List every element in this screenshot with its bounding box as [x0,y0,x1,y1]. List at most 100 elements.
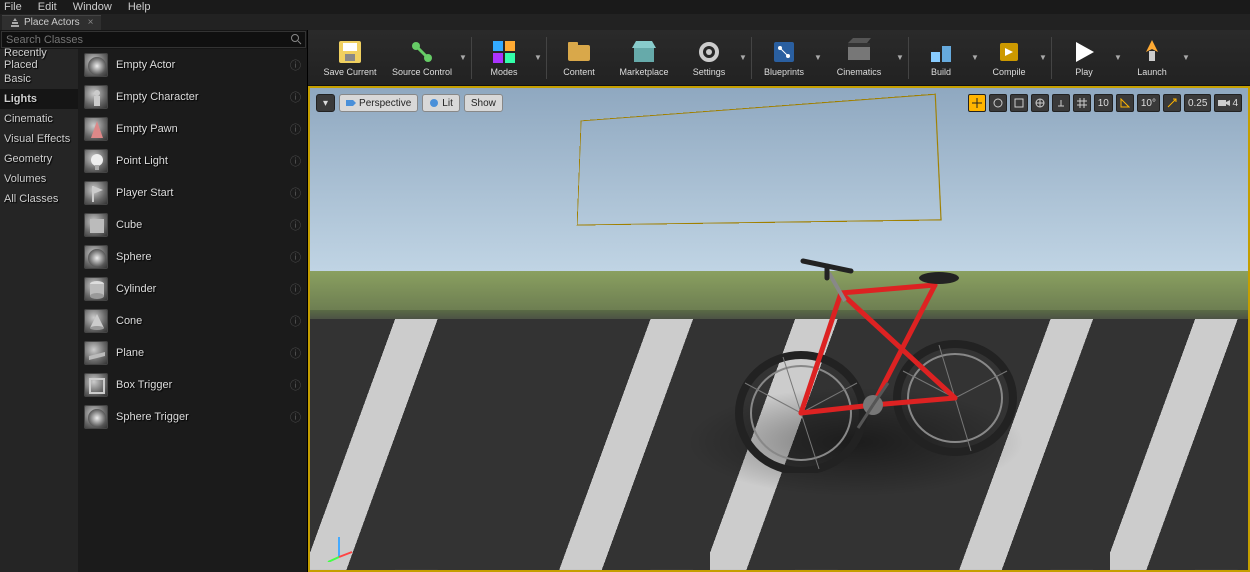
actor-item-label: Empty Character [116,91,290,103]
settings-icon [695,38,723,66]
scm-icon [408,38,436,66]
scale-icon [1014,98,1024,108]
viewport-perspective-button[interactable]: Perspective [339,94,418,112]
menu-file[interactable]: File [4,1,22,13]
scale-snap-toggle[interactable] [1163,94,1181,112]
toolbar-compile-button[interactable]: Compile [981,32,1037,84]
toolbar-label: Save Current [323,67,376,77]
transform-select-button[interactable] [968,94,986,112]
toolbar-play-button[interactable]: Play [1056,32,1112,84]
category-all-classes[interactable]: All Classes [0,189,78,209]
info-icon[interactable]: ⓘ [290,217,301,233]
toolbar-cinematics-button[interactable]: Cinematics [824,32,894,84]
chevron-down-icon[interactable]: ▼ [1181,32,1191,84]
actor-item-label: Sphere [116,251,290,263]
toolbar-build-button[interactable]: Build [913,32,969,84]
toolbar-marketplace-button[interactable]: Marketplace [609,32,679,84]
actor-item-empty-actor[interactable]: Empty Actorⓘ [78,49,307,81]
transform-rotate-button[interactable] [989,94,1007,112]
toolbar-modes-button[interactable]: Modes [476,32,532,84]
actor-item-empty-character[interactable]: Empty Characterⓘ [78,81,307,113]
category-recently-placed[interactable]: Recently Placed [0,49,78,69]
toolbar-settings-button[interactable]: Settings [681,32,737,84]
actor-item-plane[interactable]: Planeⓘ [78,337,307,369]
market-icon [630,38,658,66]
menu-edit[interactable]: Edit [38,1,57,13]
category-cinematic[interactable]: Cinematic [0,109,78,129]
grid-snap-value[interactable]: 10 [1094,94,1113,112]
category-geometry[interactable]: Geometry [0,149,78,169]
viewport-lit-button[interactable]: Lit [422,94,460,112]
actor-item-label: Cube [116,219,290,231]
coord-space-button[interactable] [1031,94,1049,112]
actor-item-box-trigger[interactable]: Box Triggerⓘ [78,369,307,401]
actor-item-cylinder[interactable]: Cylinderⓘ [78,273,307,305]
angle-icon [1120,98,1130,108]
info-icon[interactable]: ⓘ [290,313,301,329]
chevron-down-icon[interactable]: ▼ [738,32,748,84]
place-actors-panel: Recently PlacedBasicLightsCinematicVisua… [0,30,308,572]
chevron-down-icon[interactable]: ▼ [813,32,823,84]
chevron-down-icon[interactable]: ▼ [895,32,905,84]
toolbar-source-control-button[interactable]: Source Control [387,32,457,84]
chevron-down-icon[interactable]: ▼ [970,32,980,84]
info-icon[interactable]: ⓘ [290,89,301,105]
actor-item-label: Empty Pawn [116,123,290,135]
scale-snap-icon [1167,98,1177,108]
menu-window[interactable]: Window [73,1,112,13]
angle-snap-value[interactable]: 10° [1137,94,1160,112]
chevron-down-icon[interactable]: ▼ [1038,32,1048,84]
category-lights[interactable]: Lights [0,89,78,109]
menu-help[interactable]: Help [128,1,151,13]
actor-item-player-start[interactable]: Player Startⓘ [78,177,307,209]
toolbar-save-current-button[interactable]: Save Current [315,32,385,84]
actor-item-cone[interactable]: Coneⓘ [78,305,307,337]
info-icon[interactable]: ⓘ [290,345,301,361]
info-icon[interactable]: ⓘ [290,153,301,169]
category-volumes[interactable]: Volumes [0,169,78,189]
compile-icon [995,38,1023,66]
search-input[interactable] [1,31,306,48]
search-icon[interactable] [290,33,302,48]
scale-snap-value[interactable]: 0.25 [1184,94,1211,112]
info-icon[interactable]: ⓘ [290,121,301,137]
chevron-down-icon[interactable]: ▼ [533,32,543,84]
info-icon[interactable]: ⓘ [290,57,301,73]
surface-snap-button[interactable] [1052,94,1070,112]
viewport-show-button[interactable]: Show [464,94,503,112]
close-icon[interactable]: × [88,17,94,28]
actor-item-cube[interactable]: Cubeⓘ [78,209,307,241]
camera-speed-button[interactable]: 4 [1214,94,1242,112]
chevron-down-icon[interactable]: ▼ [458,32,468,84]
info-icon[interactable]: ⓘ [290,281,301,297]
actor-item-point-light[interactable]: Point Lightⓘ [78,145,307,177]
category-visual-effects[interactable]: Visual Effects [0,129,78,149]
toolbar-blueprints-button[interactable]: Blueprints [756,32,812,84]
move-icon [972,98,982,108]
actor-item-sphere-trigger[interactable]: Sphere Triggerⓘ [78,401,307,433]
category-basic[interactable]: Basic [0,69,78,89]
info-icon[interactable]: ⓘ [290,249,301,265]
actor-item-sphere[interactable]: Sphereⓘ [78,241,307,273]
axis-gizmo [324,532,354,562]
toolbar-content-button[interactable]: Content [551,32,607,84]
plane-icon [84,341,108,365]
actor-list: Empty ActorⓘEmpty CharacterⓘEmpty PawnⓘP… [78,49,307,572]
info-icon[interactable]: ⓘ [290,185,301,201]
viewport[interactable]: ▾ Perspective Lit Show 10 [308,86,1250,572]
save-icon [336,38,364,66]
toolbar-launch-button[interactable]: Launch [1124,32,1180,84]
category-list: Recently PlacedBasicLightsCinematicVisua… [0,49,78,572]
world-icon [1035,98,1045,108]
chevron-down-icon[interactable]: ▼ [1113,32,1123,84]
menu-bar: File Edit Window Help [0,0,1250,14]
angle-snap-toggle[interactable] [1116,94,1134,112]
actor-item-empty-pawn[interactable]: Empty Pawnⓘ [78,113,307,145]
tab-place-actors[interactable]: Place Actors × [2,15,101,30]
viewport-options-menu[interactable]: ▾ [316,94,335,112]
transform-scale-button[interactable] [1010,94,1028,112]
info-icon[interactable]: ⓘ [290,377,301,393]
grid-snap-toggle[interactable] [1073,94,1091,112]
info-icon[interactable]: ⓘ [290,409,301,425]
toolbar-label: Play [1075,67,1093,77]
